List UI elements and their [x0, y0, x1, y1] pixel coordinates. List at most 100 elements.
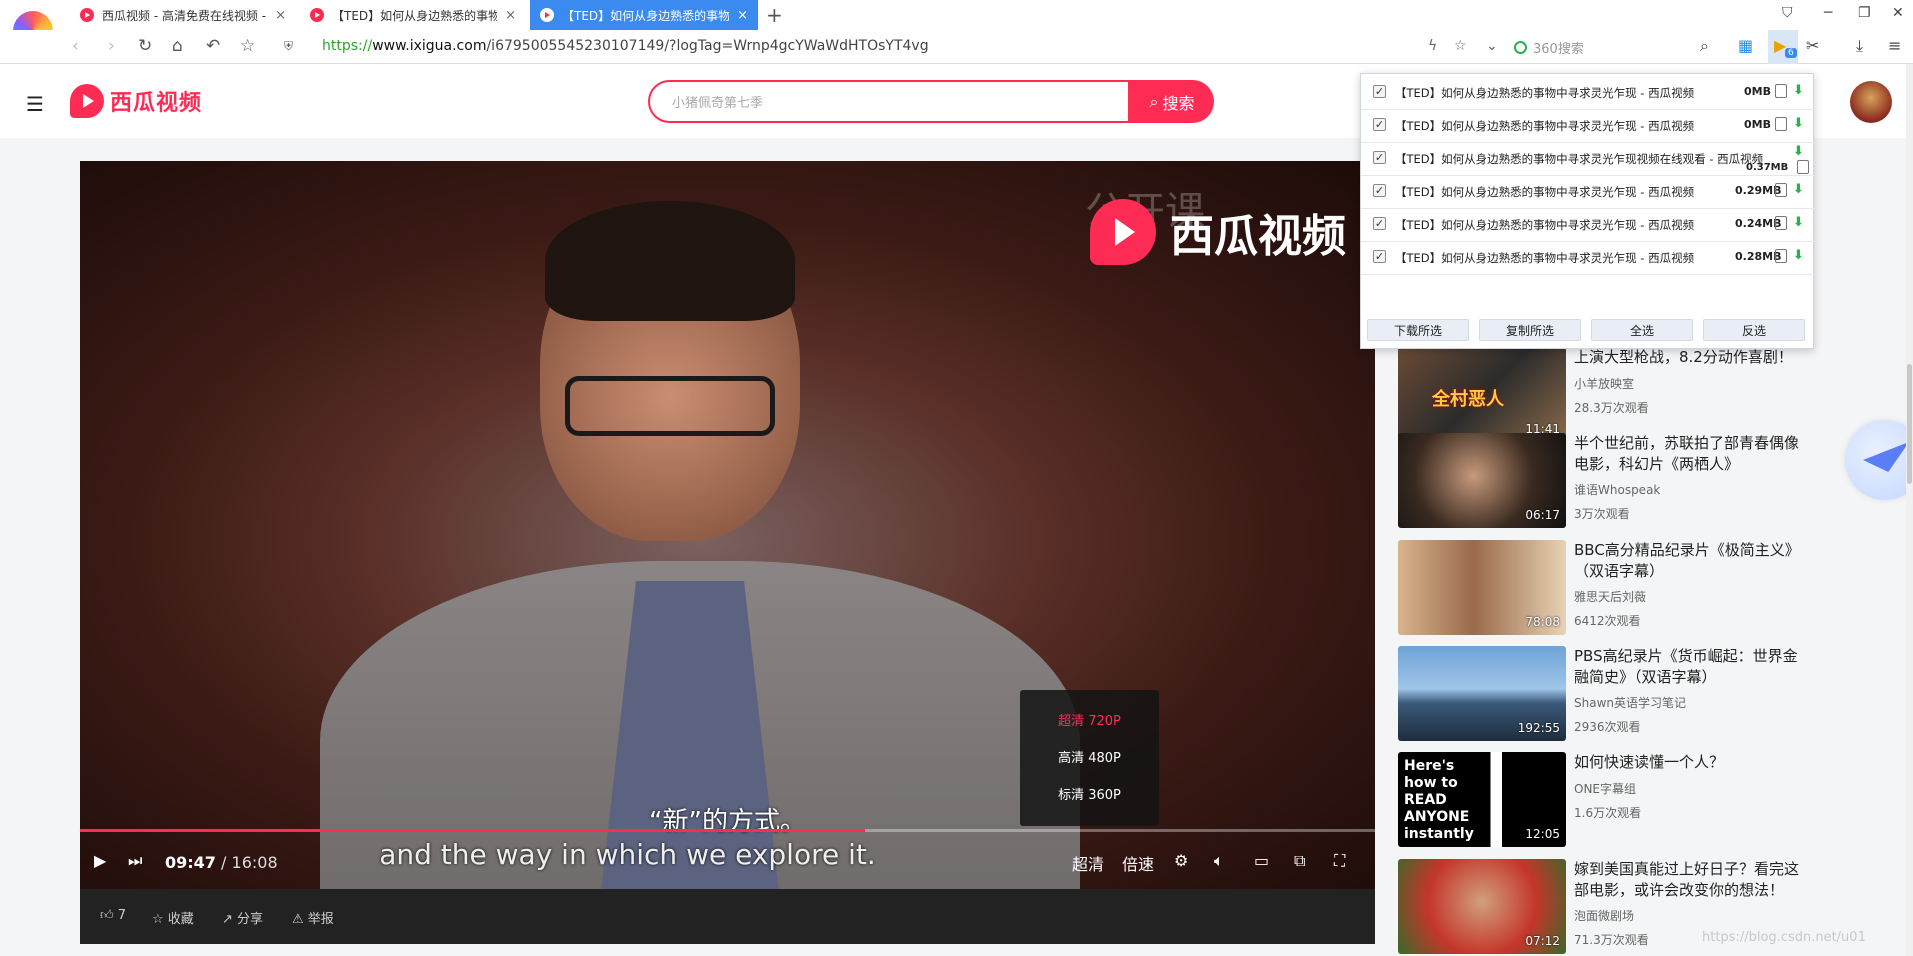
checkbox[interactable]: ✓	[1373, 250, 1386, 263]
forward-icon[interactable]: ›	[108, 36, 115, 56]
video-frame[interactable]: 公开课 西瓜视频 “新”的方式。 and the way in which we…	[80, 161, 1375, 889]
speed-button[interactable]: 倍速	[1122, 851, 1154, 875]
download-row[interactable]: ✓ 【TED】如何从身边熟悉的事物中寻求灵光乍现 - 西瓜视频 0.29MB ⬇	[1361, 173, 1815, 209]
download-row[interactable]: ✓ 【TED】如何从身边熟悉的事物中寻求灵光乍现 - 西瓜视频 0MB ⬇	[1361, 74, 1815, 110]
back-icon[interactable]: ‹	[72, 36, 79, 56]
copy-icon[interactable]	[1775, 117, 1787, 131]
video-thumbnail[interactable]: 78:08	[1398, 540, 1566, 635]
volume-icon[interactable]: 🔈︎	[1214, 851, 1224, 871]
list-item[interactable]: 全村恶人 11:41 上演大型枪战，8.2分动作喜剧！ 小羊放映室 28.3万次…	[1398, 347, 1818, 442]
download-icon[interactable]: ⬇	[1793, 215, 1804, 230]
progress-bar[interactable]	[80, 829, 1375, 832]
video-thumbnail[interactable]: 07:12	[1398, 859, 1566, 954]
select-all-button[interactable]: 全选	[1591, 319, 1693, 341]
fullscreen-icon[interactable]: ⛶	[1334, 851, 1345, 871]
download-row[interactable]: ✓ 【TED】如何从身边熟悉的事物中寻求灵光乍现 - 西瓜视频 0.24MB ⬇	[1361, 206, 1815, 242]
undo-icon[interactable]: ↶	[206, 36, 220, 56]
rec-author[interactable]: 谁语Whospeak	[1574, 481, 1660, 498]
page-scrollbar[interactable]	[1906, 64, 1913, 956]
quality-button[interactable]: 超清	[1072, 851, 1104, 875]
scissors-icon[interactable]: ✂	[1806, 36, 1819, 55]
site-logo[interactable]: 西瓜视频	[70, 84, 202, 118]
copy-icon[interactable]	[1775, 183, 1787, 197]
download-row[interactable]: ✓ 【TED】如何从身边熟悉的事物中寻求灵光乍现视频在线观看 - 西瓜视频 0.…	[1361, 140, 1815, 176]
list-item[interactable]: 06:17 半个世纪前，苏联拍了部青春偶像电影，科幻片《两栖人》 谁语Whosp…	[1398, 433, 1818, 528]
video-thumbnail[interactable]: 全村恶人 11:41	[1398, 347, 1566, 442]
video-thumbnail[interactable]: 192:55	[1398, 646, 1566, 741]
site-search-button[interactable]: ⌕ 搜索	[1130, 80, 1214, 123]
video-player[interactable]: 公开课 西瓜视频 “新”的方式。 and the way in which we…	[80, 161, 1375, 889]
download-row[interactable]: ✓ 【TED】如何从身边熟悉的事物中寻求灵光乍现 - 西瓜视频 0MB ⬇	[1361, 107, 1815, 143]
chevron-down-icon[interactable]: ⌄	[1486, 38, 1498, 54]
quality-option-360p[interactable]: 标清 360P	[1020, 784, 1159, 803]
refresh-icon[interactable]: ↻	[138, 36, 152, 56]
rec-author[interactable]: 小羊放映室	[1574, 375, 1634, 392]
tab-close-icon[interactable]: ×	[505, 8, 516, 23]
close-window-icon[interactable]: ✕	[1892, 5, 1904, 21]
next-icon[interactable]: ⏭	[128, 851, 142, 871]
list-item[interactable]: 192:55 PBS高纪录片《货币崛起：世界金融简史》（双语字幕） Shawn英…	[1398, 646, 1818, 741]
picture-in-picture-icon[interactable]: ⧉	[1294, 851, 1305, 871]
minimize-icon[interactable]: ─	[1824, 5, 1832, 21]
browser-tab[interactable]: 西瓜视频 - 高清免费在线视频 - ×	[70, 0, 296, 30]
checkbox[interactable]: ✓	[1373, 85, 1386, 98]
settings-icon[interactable]: ⚙	[1174, 851, 1188, 870]
rec-author[interactable]: ONE字幕组	[1574, 780, 1636, 797]
video-thumbnail[interactable]: 06:17	[1398, 433, 1566, 528]
list-item[interactable]: 78:08 BBC高分精品纪录片《极简主义》（双语字幕） 雅思天后刘薇 6412…	[1398, 540, 1818, 635]
scrollbar-thumb[interactable]	[1907, 364, 1912, 484]
checkbox[interactable]: ✓	[1373, 151, 1386, 164]
rec-author[interactable]: Shawn英语学习笔记	[1574, 694, 1686, 711]
like-button[interactable]: 👍︎ 7	[100, 908, 126, 923]
download-icon[interactable]: ⬇	[1793, 144, 1804, 159]
copy-icon[interactable]	[1775, 249, 1787, 263]
share-button[interactable]: ↗ 分享	[222, 908, 263, 927]
theater-mode-icon[interactable]: ▭	[1254, 851, 1269, 870]
lightning-icon[interactable]: ϟ	[1428, 38, 1437, 54]
apps-grid-icon[interactable]: ▦	[1738, 36, 1753, 55]
tab-close-icon[interactable]: ×	[275, 8, 286, 23]
rec-title[interactable]: 上演大型枪战，8.2分动作喜剧！	[1574, 347, 1810, 368]
star-icon[interactable]: ☆	[240, 36, 255, 56]
copy-selected-button[interactable]: 复制所选	[1479, 319, 1581, 341]
download-icon[interactable]: ⬇	[1793, 182, 1804, 197]
new-tab-button[interactable]: +	[766, 3, 783, 27]
menu-lines-icon[interactable]: ≡	[1888, 36, 1901, 55]
copy-icon[interactable]	[1797, 160, 1809, 174]
floating-bird-icon[interactable]	[1845, 420, 1913, 500]
checkbox[interactable]: ✓	[1373, 217, 1386, 230]
download-icon[interactable]: ⤓	[1856, 36, 1863, 56]
browser-tab-active[interactable]: 【TED】如何从身边熟悉的事物 ×	[530, 0, 758, 30]
tab-close-icon[interactable]: ×	[737, 8, 748, 23]
rec-author[interactable]: 泡面微剧场	[1574, 907, 1634, 924]
list-item[interactable]: Here's how to READ ANYONE instantly 12:0…	[1398, 752, 1818, 847]
invert-selection-button[interactable]: 反选	[1703, 319, 1805, 341]
video-thumbnail[interactable]: Here's how to READ ANYONE instantly 12:0…	[1398, 752, 1566, 847]
home-icon[interactable]: ⌂	[172, 36, 183, 56]
avatar[interactable]	[1850, 81, 1892, 123]
browser-tab[interactable]: 【TED】如何从身边熟悉的事物 ×	[300, 0, 526, 30]
download-icon[interactable]: ⬇	[1793, 248, 1804, 263]
copy-icon[interactable]	[1775, 216, 1787, 230]
search-icon[interactable]: ⌕	[1700, 36, 1709, 56]
video-sniffer-extension-button[interactable]: ▶	[1768, 30, 1798, 64]
copy-icon[interactable]	[1775, 84, 1787, 98]
rec-title[interactable]: BBC高分精品纪录片《极简主义》（双语字幕）	[1574, 540, 1810, 582]
download-row[interactable]: ✓ 【TED】如何从身边熟悉的事物中寻求灵光乍现 - 西瓜视频 0.28MB ⬇	[1361, 239, 1815, 275]
checkbox[interactable]: ✓	[1373, 184, 1386, 197]
report-button[interactable]: ⚠ 举报	[292, 908, 334, 927]
menu-icon[interactable]: ☰	[26, 92, 44, 116]
collect-button[interactable]: ☆ 收藏	[152, 908, 194, 927]
play-icon[interactable]: ▶	[94, 851, 106, 870]
shirt-icon[interactable]: ⛉	[1782, 5, 1793, 21]
rec-title[interactable]: 嫁到美国真能过上好日子？看完这部电影，或许会改变你的想法！	[1574, 859, 1810, 901]
quality-option-480p[interactable]: 高清 480P	[1020, 747, 1159, 766]
checkbox[interactable]: ✓	[1373, 118, 1386, 131]
download-selected-button[interactable]: 下载所选	[1367, 319, 1469, 341]
restore-icon[interactable]: ❐	[1858, 5, 1871, 21]
quality-option-720p[interactable]: 超清 720P	[1020, 710, 1159, 729]
rec-author[interactable]: 雅思天后刘薇	[1574, 588, 1646, 605]
rec-title[interactable]: 半个世纪前，苏联拍了部青春偶像电影，科幻片《两栖人》	[1574, 433, 1810, 475]
rec-title[interactable]: PBS高纪录片《货币崛起：世界金融简史》（双语字幕）	[1574, 646, 1810, 688]
search-engine-input[interactable]: 360搜索	[1514, 36, 1694, 58]
